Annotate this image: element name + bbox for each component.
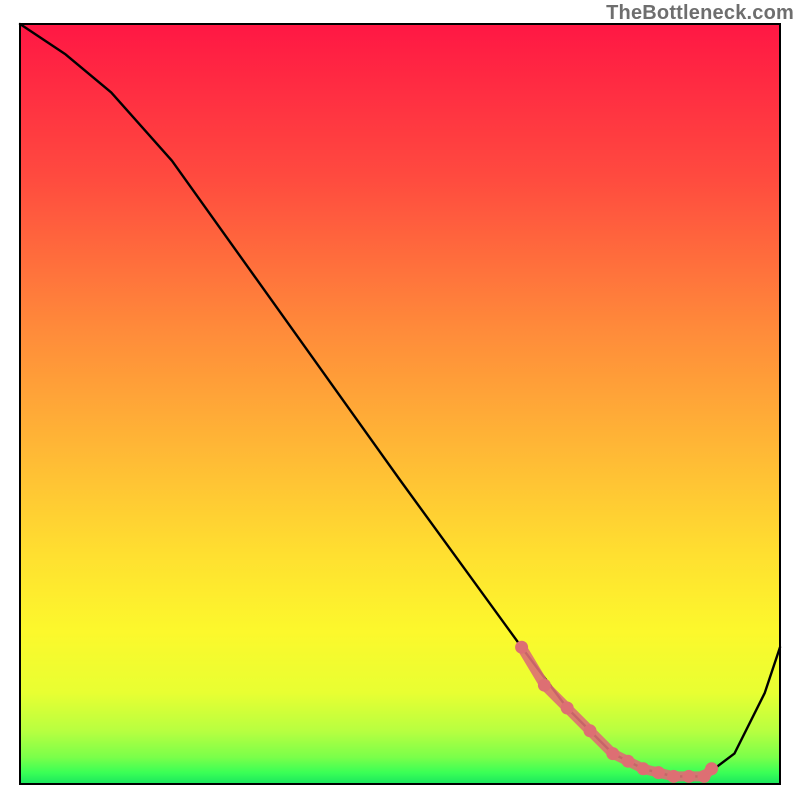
- optimal-range-dot: [682, 770, 695, 783]
- optimal-range-dot: [667, 770, 680, 783]
- optimal-range-dot: [538, 679, 551, 692]
- watermark-text: TheBottleneck.com: [606, 2, 794, 25]
- optimal-range-dot: [584, 724, 597, 737]
- optimal-range-dot: [606, 747, 619, 760]
- optimal-range-dot: [561, 702, 574, 715]
- optimal-range-dot: [622, 755, 635, 768]
- optimal-range-dot: [705, 762, 718, 775]
- optimal-range-dot: [637, 762, 650, 775]
- optimal-range-dot: [515, 641, 528, 654]
- bottleneck-chart: [0, 0, 800, 800]
- gradient-plot-background: [20, 24, 780, 784]
- optimal-range-dot: [652, 766, 665, 779]
